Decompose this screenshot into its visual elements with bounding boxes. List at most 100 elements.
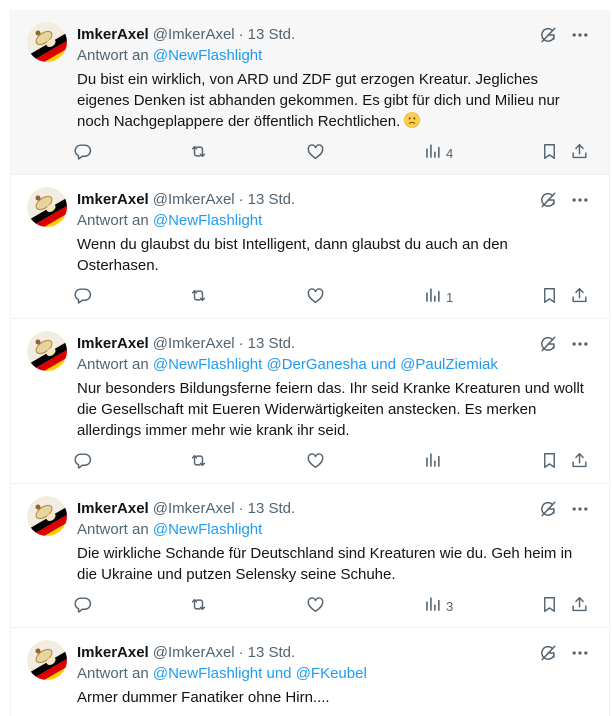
reply-button[interactable] (73, 141, 92, 165)
tweet[interactable]: ImkerAxel @ImkerAxel · 13 Std. Antwort a… (11, 175, 609, 319)
share-icon (570, 451, 589, 473)
avatar[interactable] (27, 22, 67, 62)
repost-button[interactable] (189, 450, 208, 474)
tweet-header: ImkerAxel @ImkerAxel · 13 Std. (77, 333, 295, 353)
mention-link[interactable]: @NewFlashlight (153, 665, 262, 682)
author-handle[interactable]: @ImkerAxel (153, 26, 235, 43)
tweet[interactable]: ImkerAxel @ImkerAxel · 13 Std. Antwort a… (11, 628, 609, 716)
tweet-actions: 4 (73, 141, 593, 165)
grok-icon[interactable] (535, 496, 561, 522)
repost-button[interactable] (189, 594, 208, 618)
reply-prefix: Antwort an (77, 665, 153, 682)
reply-separator: und (262, 665, 296, 682)
bookmark-button[interactable] (540, 450, 559, 474)
author-name[interactable]: ImkerAxel (77, 191, 149, 208)
timestamp[interactable]: 13 Std. (248, 500, 296, 517)
bookmark-button[interactable] (540, 594, 559, 618)
reply-context: Antwort an @NewFlashlight (77, 521, 262, 538)
views-button[interactable]: 1 (423, 285, 453, 309)
views-icon (423, 286, 442, 308)
reply-icon (73, 451, 92, 473)
reply-button[interactable] (73, 285, 92, 309)
mention-link[interactable]: @NewFlashlight (153, 212, 262, 229)
repost-button[interactable] (189, 285, 208, 309)
grok-icon[interactable] (535, 331, 561, 357)
tweet[interactable]: ImkerAxel @ImkerAxel · 13 Std. Antwort a… (11, 484, 609, 628)
views-icon (423, 451, 442, 473)
author-handle[interactable]: @ImkerAxel (153, 191, 235, 208)
author-name[interactable]: ImkerAxel (77, 500, 149, 517)
mention-link[interactable]: @NewFlashlight (153, 47, 262, 64)
reply-icon (73, 286, 92, 308)
repost-icon (189, 286, 208, 308)
share-icon (570, 286, 589, 308)
views-button[interactable]: 4 (423, 141, 453, 165)
separator-dot: · (238, 190, 244, 208)
share-icon (570, 595, 589, 617)
more-icon[interactable] (567, 496, 593, 522)
worried-face-emoji (404, 112, 421, 128)
tweet-text-content: Du bist ein wirklich, von ARD und ZDF gu… (77, 71, 560, 130)
more-icon[interactable] (567, 640, 593, 666)
grok-icon[interactable] (535, 640, 561, 666)
avatar[interactable] (27, 496, 67, 536)
grok-icon[interactable] (535, 187, 561, 213)
avatar[interactable] (27, 640, 67, 680)
author-handle[interactable]: @ImkerAxel (153, 335, 235, 352)
author-name[interactable]: ImkerAxel (77, 644, 149, 661)
author-name[interactable]: ImkerAxel (77, 26, 149, 43)
separator-dot: · (238, 643, 244, 661)
mention-link[interactable]: @NewFlashlight (153, 356, 262, 373)
bookmark-button[interactable] (540, 285, 559, 309)
timestamp[interactable]: 13 Std. (248, 191, 296, 208)
mention-link[interactable]: @NewFlashlight (153, 521, 262, 538)
bookmark-icon (540, 286, 559, 308)
timestamp[interactable]: 13 Std. (248, 335, 296, 352)
like-button[interactable] (306, 594, 325, 618)
views-button[interactable]: 3 (423, 594, 453, 618)
share-button[interactable] (570, 285, 589, 309)
mention-link[interactable]: @FKeubel (296, 665, 367, 682)
reply-button[interactable] (73, 450, 92, 474)
bookmark-button[interactable] (540, 141, 559, 165)
mention-link[interactable]: @DerGanesha (266, 356, 366, 373)
mention-link[interactable]: @PaulZiemiak (400, 356, 498, 373)
tweet[interactable]: ImkerAxel @ImkerAxel · 13 Std. Antwort a… (11, 10, 609, 175)
repost-icon (189, 142, 208, 164)
timestamp[interactable]: 13 Std. (248, 26, 296, 43)
avatar[interactable] (27, 331, 67, 371)
bookmark-icon (540, 595, 559, 617)
author-name[interactable]: ImkerAxel (77, 335, 149, 352)
like-button[interactable] (306, 450, 325, 474)
more-icon[interactable] (567, 331, 593, 357)
tweet-header: ImkerAxel @ImkerAxel · 13 Std. (77, 24, 295, 44)
more-icon[interactable] (567, 22, 593, 48)
like-button[interactable] (306, 141, 325, 165)
tweet-text: Du bist ein wirklich, von ARD und ZDF gu… (77, 69, 593, 132)
views-button[interactable] (423, 450, 446, 474)
avatar[interactable] (27, 187, 67, 227)
share-button[interactable] (570, 450, 589, 474)
views-count: 4 (446, 145, 454, 161)
reply-prefix: Antwort an (77, 356, 153, 373)
bookmark-icon (540, 451, 559, 473)
reply-button[interactable] (73, 594, 92, 618)
share-button[interactable] (570, 141, 589, 165)
timestamp[interactable]: 13 Std. (248, 644, 296, 661)
views-count: 1 (446, 289, 454, 305)
like-button[interactable] (306, 285, 325, 309)
separator-dot: · (238, 499, 244, 517)
share-icon (570, 142, 589, 164)
separator-dot: · (238, 25, 244, 43)
author-handle[interactable]: @ImkerAxel (153, 644, 235, 661)
tweet[interactable]: ImkerAxel @ImkerAxel · 13 Std. Antwort a… (11, 319, 609, 484)
more-icon[interactable] (567, 187, 593, 213)
tweet-actions (73, 450, 593, 474)
author-handle[interactable]: @ImkerAxel (153, 500, 235, 517)
grok-icon[interactable] (535, 22, 561, 48)
reply-icon (73, 142, 92, 164)
reply-feed: ImkerAxel @ImkerAxel · 13 Std. Antwort a… (10, 10, 610, 716)
repost-button[interactable] (189, 141, 208, 165)
like-icon (306, 595, 325, 617)
share-button[interactable] (570, 594, 589, 618)
